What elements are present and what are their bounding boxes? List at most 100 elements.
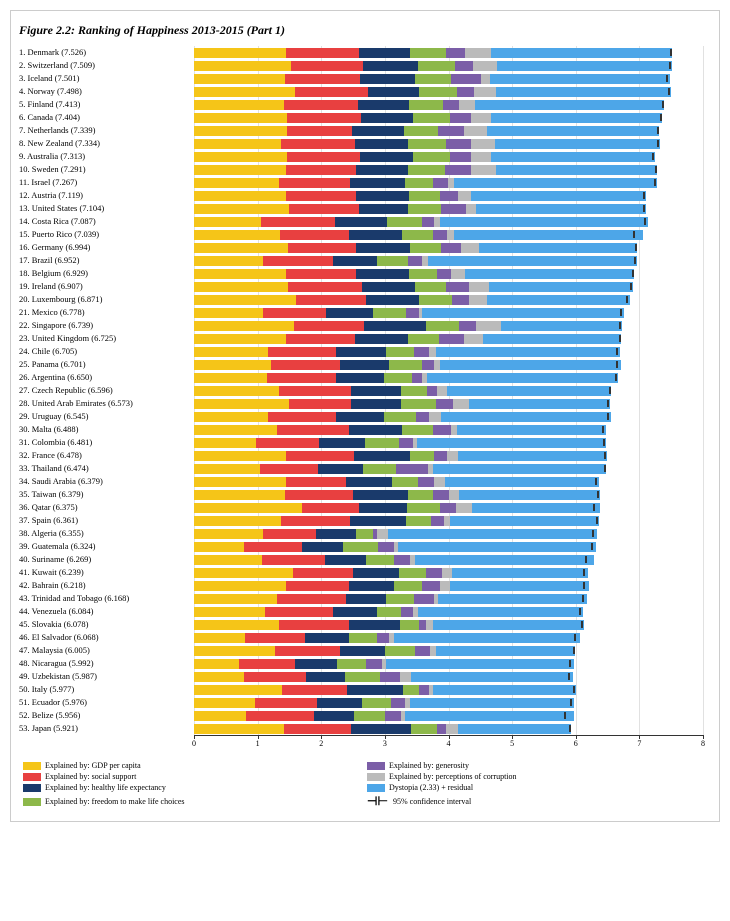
bar-segment-freedom	[384, 373, 411, 383]
bar-segment-dystopia	[440, 217, 648, 227]
ci-cap-right	[583, 595, 584, 602]
bar-segment-corruption	[456, 503, 472, 513]
bar-row	[194, 514, 703, 527]
bar-segment-generosity	[436, 399, 453, 409]
bar-segment-freedom	[410, 451, 434, 461]
bar-row	[194, 124, 703, 137]
bar-row	[194, 449, 703, 462]
bar-segment-generosity	[433, 425, 451, 435]
legend-ci-symbol: ⊣⊢	[367, 794, 385, 809]
ci-cap-right	[596, 478, 597, 485]
bar-row	[194, 462, 703, 475]
ci-cap-right	[603, 426, 604, 433]
legend-swatch	[23, 784, 41, 792]
bar-segment-freedom	[419, 295, 451, 305]
bar-segment-healthy	[366, 295, 419, 305]
bar-segment-social	[286, 269, 355, 279]
ci-marker	[592, 529, 594, 539]
bar-segment-freedom	[419, 87, 457, 97]
ci-cap-right	[565, 712, 566, 719]
ci-cap-right	[661, 114, 662, 121]
ci-cap-right	[570, 660, 571, 667]
bar-segment-social	[277, 594, 346, 604]
bar-segment-social	[263, 529, 316, 539]
legend-swatch	[23, 773, 41, 781]
country-label: 23. United Kingdom (6.725)	[19, 332, 194, 345]
chart-area: 1. Denmark (7.526)2. Switzerland (7.509)…	[19, 46, 703, 735]
bar-row	[194, 540, 703, 553]
bar-segment-social	[282, 685, 347, 695]
country-label: 32. France (6.478)	[19, 449, 194, 462]
bar-segment-corruption	[471, 139, 495, 149]
bar-segment-freedom	[377, 607, 401, 617]
bar-row	[194, 605, 703, 618]
bar-segment-dystopia	[441, 412, 611, 422]
country-label: 38. Algeria (6.355)	[19, 527, 194, 540]
bar-segment-freedom	[399, 568, 426, 578]
country-label: 10. Sweden (7.291)	[19, 163, 194, 176]
axis-label: 7	[637, 739, 641, 748]
ci-cap-right	[574, 647, 575, 654]
axis-area: 012345678	[194, 735, 703, 751]
bar-segment-dystopia	[428, 256, 637, 266]
country-label: 1. Denmark (7.526)	[19, 46, 194, 59]
country-label: 14. Costa Rica (7.087)	[19, 215, 194, 228]
ci-cap-right	[617, 361, 618, 368]
ci-marker	[643, 191, 645, 201]
bar-segment-freedom	[377, 256, 409, 266]
country-label: 30. Malta (6.488)	[19, 423, 194, 436]
bar-row	[194, 150, 703, 163]
ci-marker	[644, 217, 646, 227]
bar-row	[194, 345, 703, 358]
bar-segment-gdp	[194, 542, 244, 552]
legend-label: Explained by: generosity	[389, 761, 469, 770]
bar-segment-healthy	[362, 282, 415, 292]
bar-segment-social	[279, 620, 350, 630]
ci-cap-right	[633, 270, 634, 277]
bar-segment-generosity	[434, 451, 447, 461]
ci-cap-right	[667, 75, 668, 82]
bar-segment-dystopia	[405, 711, 574, 721]
bar-segment-social	[281, 516, 350, 526]
bar-segment-social	[296, 295, 365, 305]
ci-cap-right	[658, 140, 659, 147]
ci-cap-right	[608, 400, 609, 407]
bar-segment-generosity	[396, 464, 428, 474]
bar-segment-gdp	[194, 282, 288, 292]
bar-segment-freedom	[418, 61, 455, 71]
bar-segment-healthy	[295, 659, 336, 669]
bar-segment-freedom	[415, 282, 446, 292]
bar-segment-dystopia	[436, 347, 620, 357]
bar-segment-freedom	[408, 165, 445, 175]
bar-segment-healthy	[340, 646, 386, 656]
bar-segment-freedom	[409, 269, 437, 279]
bar-row	[194, 371, 703, 384]
bar-segment-healthy	[368, 87, 419, 97]
bar-segment-freedom	[407, 503, 440, 513]
bar-segment-gdp	[194, 711, 246, 721]
bar-segment-gdp	[194, 594, 277, 604]
bar-segment-social	[255, 698, 317, 708]
bar-segment-dystopia	[422, 308, 624, 318]
bar-segment-freedom	[415, 74, 451, 84]
axis-label: 5	[510, 739, 514, 748]
bar-segment-generosity	[455, 61, 473, 71]
bar-segment-generosity	[440, 191, 458, 201]
bar-segment-social	[245, 633, 305, 643]
bar-segment-gdp	[194, 633, 245, 643]
bar-segment-generosity	[422, 581, 440, 591]
bar-segment-healthy	[318, 464, 363, 474]
ci-cap-right	[574, 686, 575, 693]
bar-segment-dystopia	[496, 87, 670, 97]
bar-row	[194, 397, 703, 410]
bar-segment-freedom	[411, 724, 437, 734]
bar-segment-healthy	[352, 126, 404, 136]
bar-segment-dystopia	[454, 230, 643, 240]
bar-segment-social	[288, 243, 356, 253]
bar-segment-freedom	[410, 48, 446, 58]
ci-marker	[585, 555, 587, 565]
legend-swatch	[23, 762, 41, 770]
bar-segment-generosity	[450, 113, 471, 123]
bar-row	[194, 319, 703, 332]
bar-segment-gdp	[194, 555, 262, 565]
